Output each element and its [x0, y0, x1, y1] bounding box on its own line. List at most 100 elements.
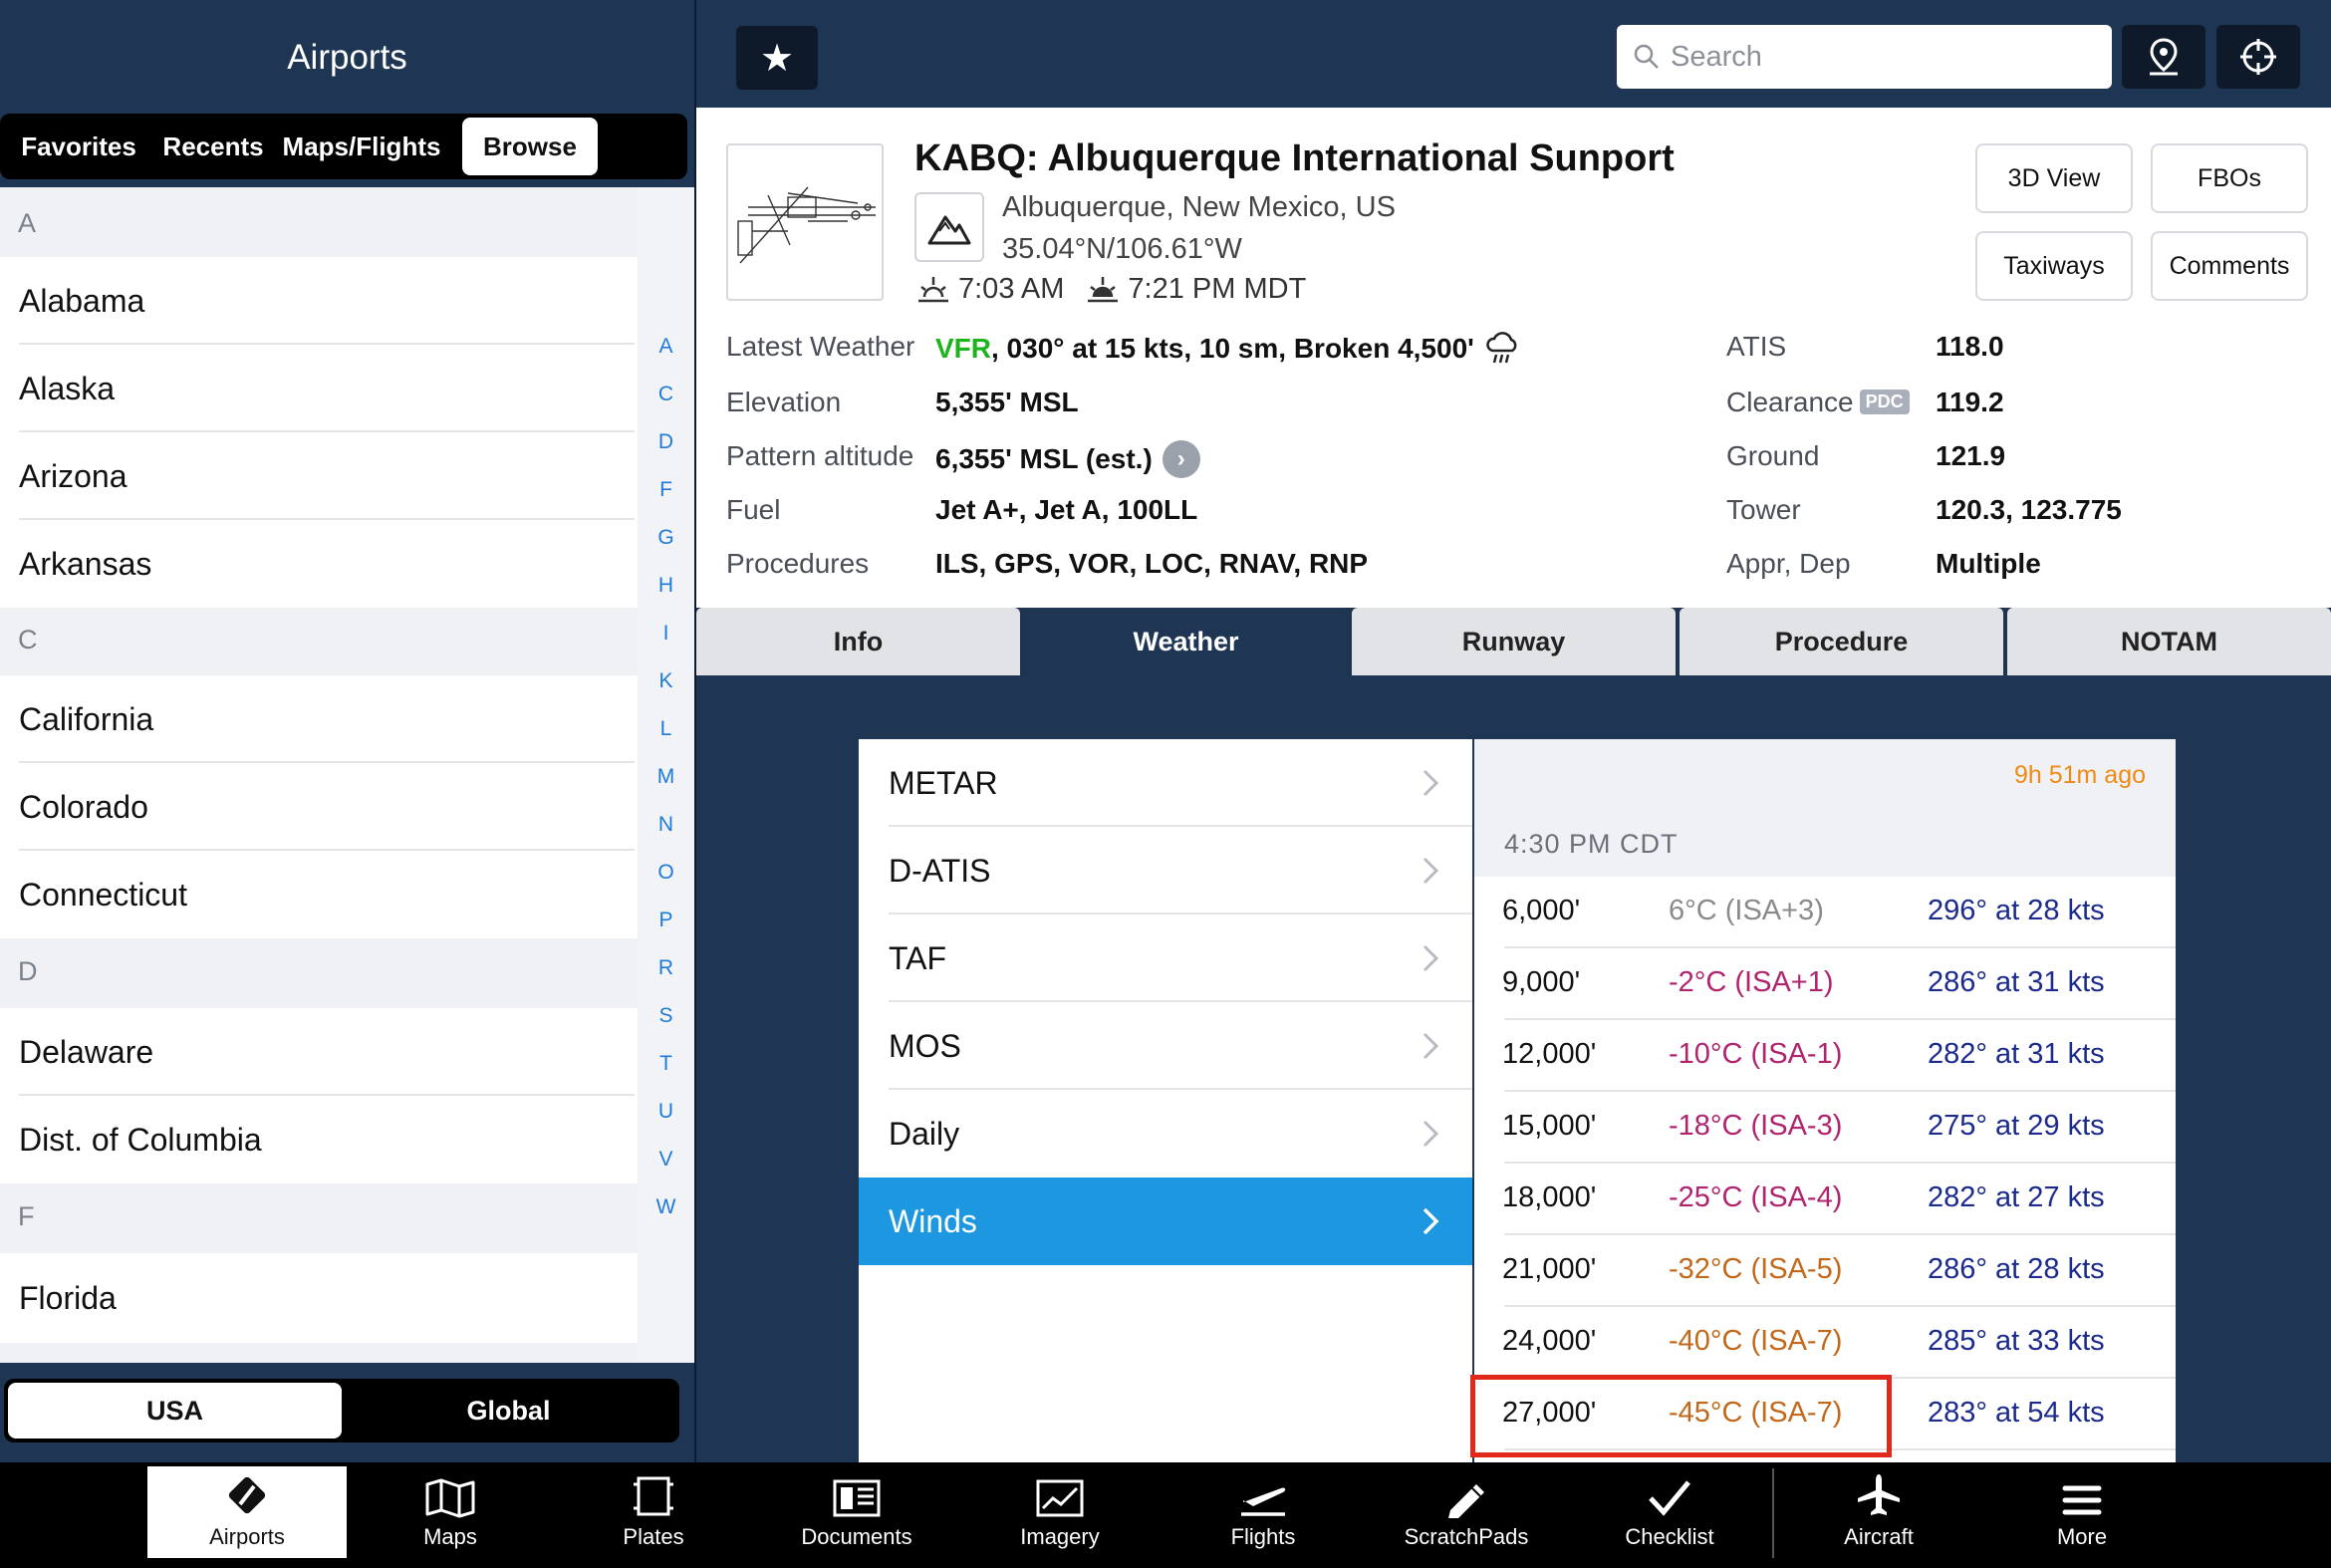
locate-button[interactable] — [2216, 25, 2300, 89]
tab-maps[interactable]: Maps — [351, 1466, 550, 1558]
index-letter[interactable]: U — [638, 1100, 694, 1124]
tab-info[interactable]: Info — [696, 608, 1020, 675]
tab-procedure[interactable]: Procedure — [1680, 608, 2003, 675]
atis-frequency[interactable]: 118.0 — [1936, 331, 2004, 363]
index-letter[interactable]: P — [638, 909, 694, 932]
comments-button[interactable]: Comments — [2151, 231, 2308, 301]
list-footer — [0, 1343, 694, 1363]
weather-item-d-atis[interactable]: D-ATIS — [859, 827, 1472, 915]
3d-view-button[interactable]: 3D View — [1975, 143, 2133, 213]
weather-item-winds[interactable]: Winds — [859, 1177, 1472, 1265]
index-letter[interactable]: T — [638, 1052, 694, 1076]
wind-altitude: 18,000' — [1502, 1181, 1597, 1213]
winds-aloft-panel: 9h 51m ago 4:30 PM CDT 6,000' 6°C (ISA+3)… — [1474, 739, 2176, 1464]
index-letter[interactable]: G — [638, 526, 694, 550]
segment-browse[interactable]: Browse — [462, 118, 598, 175]
tab-airports[interactable]: Airports — [147, 1466, 347, 1558]
fbos-button[interactable]: FBOs — [2151, 143, 2308, 213]
tab-more[interactable]: More — [1982, 1466, 2182, 1558]
list-item[interactable]: Alaska — [0, 345, 635, 432]
tab-label: Plates — [623, 1524, 684, 1549]
taxiways-button[interactable]: Taxiways — [1975, 231, 2133, 301]
tower-frequency[interactable]: 120.3, 123.775 — [1936, 494, 2122, 526]
list-item[interactable]: California — [0, 675, 635, 763]
index-letter[interactable]: V — [638, 1148, 694, 1172]
map-pin-button[interactable] — [2122, 25, 2205, 89]
chevron-right-icon — [1423, 1032, 1439, 1060]
segment-favorites[interactable]: Favorites — [4, 118, 153, 175]
index-letter[interactable]: K — [638, 669, 694, 693]
weather-item-mos[interactable]: MOS — [859, 1002, 1472, 1090]
wind-direction-speed: 282° at 27 kts — [1928, 1181, 2105, 1213]
wind-altitude: 24,000' — [1502, 1325, 1597, 1357]
tab-flights[interactable]: Flights — [1164, 1466, 1363, 1558]
list-item[interactable]: Delaware — [0, 1008, 635, 1096]
index-letter[interactable]: A — [638, 335, 694, 359]
approach-departure-value[interactable]: Multiple — [1936, 548, 2041, 580]
alphabet-index[interactable]: A C D F G H I K L M N O P R S T U V W — [638, 187, 694, 1363]
index-letter[interactable]: M — [638, 765, 694, 789]
airport-diagram-thumbnail[interactable] — [726, 143, 884, 301]
section-header-a: A — [0, 187, 694, 257]
pdc-badge: PDC — [1859, 390, 1910, 414]
data-age: 9h 51m ago — [2013, 761, 2146, 789]
index-letter[interactable]: S — [638, 1004, 694, 1028]
plates-icon — [634, 1476, 673, 1516]
list-item[interactable]: Connecticut — [0, 851, 635, 938]
index-letter[interactable]: I — [638, 622, 694, 646]
tab-label: Airports — [209, 1524, 285, 1549]
list-item[interactable]: Colorado — [0, 763, 635, 851]
weather-item-metar[interactable]: METAR — [859, 739, 1472, 827]
state-name: Dist. of Columbia — [19, 1121, 262, 1158]
latest-weather-value[interactable]: VFR , 030° at 15 kts, 10 sm, Broken 4,50… — [935, 331, 1520, 367]
weather-item-taf[interactable]: TAF — [859, 915, 1472, 1002]
list-item[interactable]: Dist. of Columbia — [0, 1096, 635, 1183]
highlight-box — [1470, 1375, 1892, 1457]
list-item[interactable]: Florida — [0, 1253, 635, 1343]
tab-documents[interactable]: Documents — [757, 1466, 956, 1558]
ground-frequency[interactable]: 121.9 — [1936, 440, 2005, 472]
tab-runway[interactable]: Runway — [1352, 608, 1676, 675]
search-input[interactable]: Search — [1617, 25, 2112, 89]
index-letter[interactable]: W — [638, 1195, 694, 1219]
tab-imagery[interactable]: Imagery — [960, 1466, 1160, 1558]
list-item[interactable]: Alabama — [0, 257, 635, 345]
tab-scratchpads[interactable]: ScratchPads — [1367, 1466, 1566, 1558]
segment-maps-flights[interactable]: Maps/Flights — [273, 118, 450, 175]
tab-aircraft[interactable]: Aircraft — [1779, 1466, 1978, 1558]
wind-temperature: -10°C (ISA-1) — [1669, 1038, 1843, 1070]
tab-checklist[interactable]: Checklist — [1570, 1466, 1769, 1558]
segment-global[interactable]: Global — [342, 1383, 675, 1438]
wind-row: 6,000' 6°C (ISA+3) 296° at 28 kts — [1474, 877, 2176, 948]
sunrise-icon — [918, 276, 948, 302]
wind-temperature: -25°C (ISA-4) — [1669, 1181, 1843, 1213]
tab-weather[interactable]: Weather — [1024, 608, 1348, 675]
index-letter[interactable]: H — [638, 574, 694, 598]
map-pin-icon — [2150, 38, 2178, 76]
clearance-label: Clearance PDC — [1726, 387, 1910, 418]
list-item[interactable]: Arizona — [0, 432, 635, 520]
index-letter[interactable]: D — [638, 430, 694, 454]
tab-plates[interactable]: Plates — [554, 1466, 753, 1558]
wind-direction-speed: 285° at 33 kts — [1928, 1325, 2105, 1357]
index-letter[interactable]: O — [638, 861, 694, 885]
index-letter[interactable]: L — [638, 717, 694, 741]
terrain-button[interactable] — [914, 192, 984, 262]
state-list[interactable]: A Alabama Alaska Arizona Arkansas C Cali… — [0, 187, 694, 1363]
clearance-frequency[interactable]: 119.2 — [1936, 387, 2004, 418]
forecast-time: 4:30 PM CDT — [1504, 829, 1679, 859]
index-letter[interactable]: C — [638, 383, 694, 406]
state-name: Arkansas — [19, 545, 152, 582]
segment-usa[interactable]: USA — [8, 1383, 342, 1438]
tab-label: Maps — [423, 1524, 477, 1549]
pattern-altitude-value[interactable]: 6,355' MSL (est.) › — [935, 440, 1200, 478]
segment-recents[interactable]: Recents — [153, 118, 273, 175]
list-item[interactable]: Arkansas — [0, 520, 635, 608]
procedures-value: ILS, GPS, VOR, LOC, RNAV, RNP — [935, 548, 1369, 579]
index-letter[interactable]: N — [638, 813, 694, 837]
tab-notam[interactable]: NOTAM — [2007, 608, 2331, 675]
index-letter[interactable]: R — [638, 956, 694, 980]
favorite-button[interactable]: ★ — [736, 26, 818, 90]
weather-item-daily[interactable]: Daily — [859, 1090, 1472, 1177]
index-letter[interactable]: F — [638, 478, 694, 502]
